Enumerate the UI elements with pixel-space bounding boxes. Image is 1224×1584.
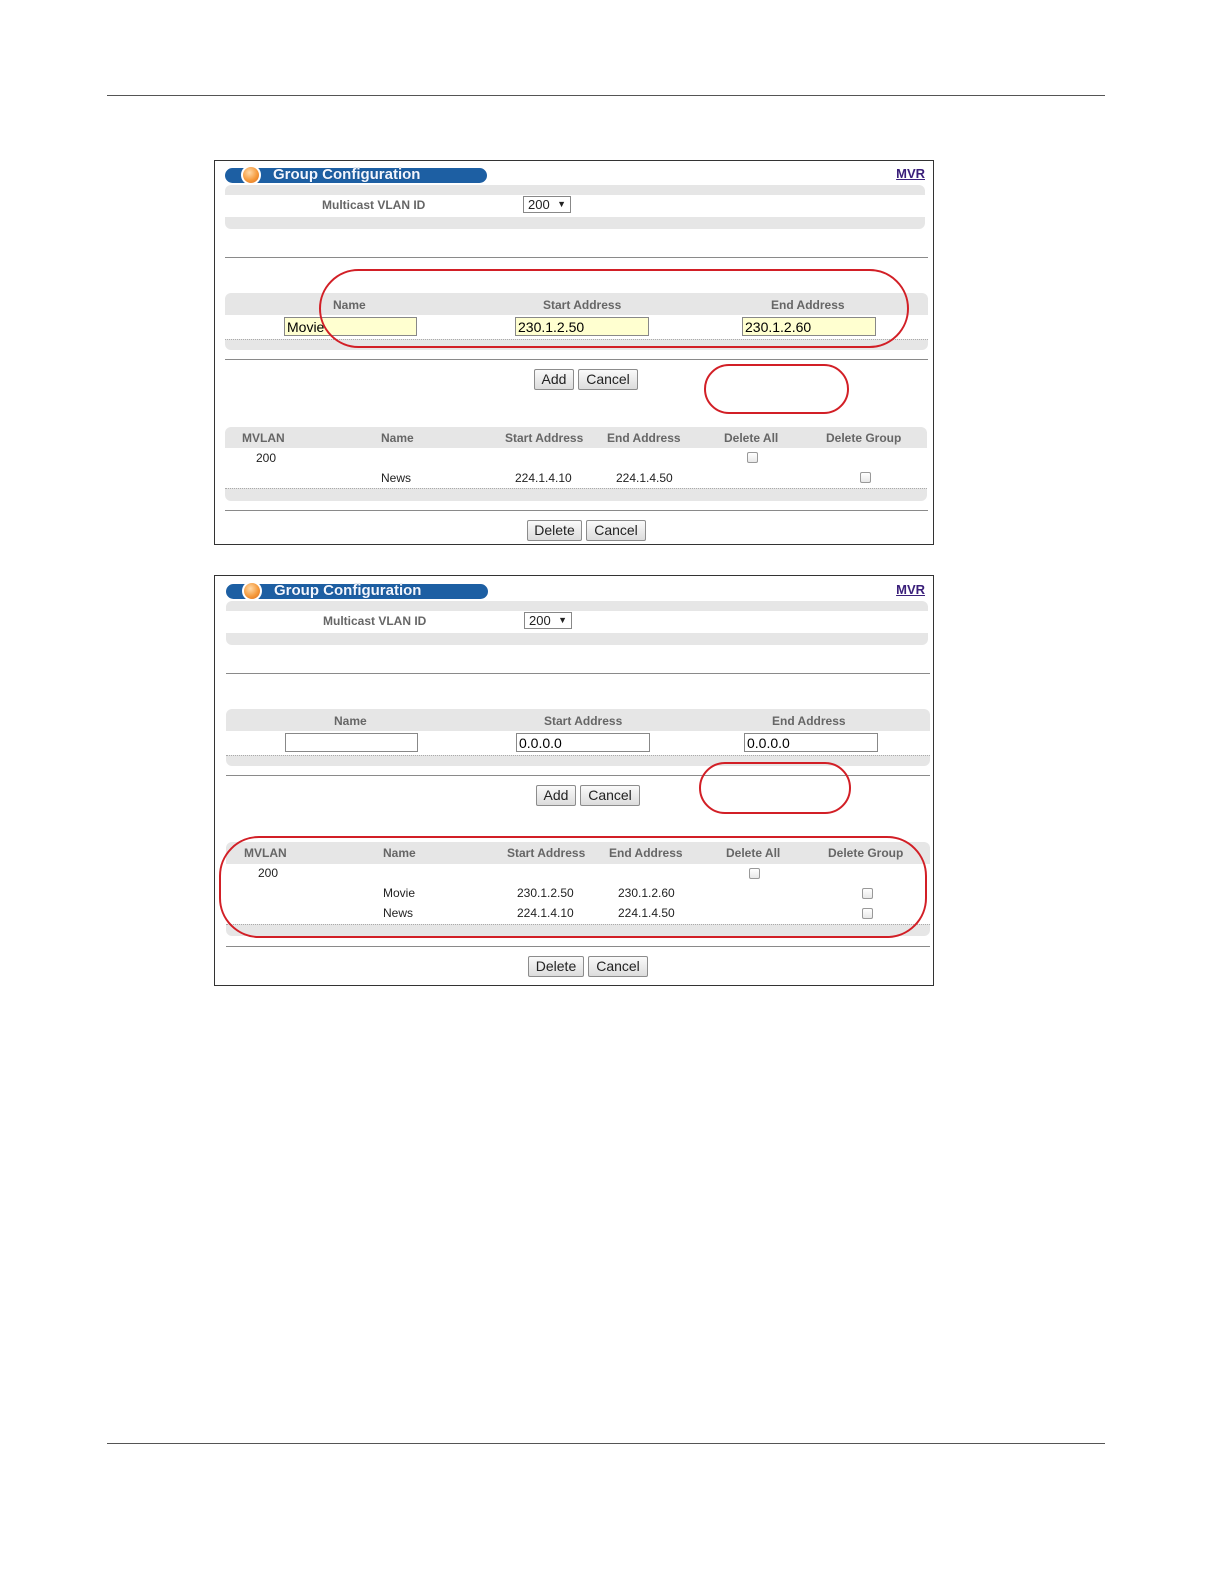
col-header-mvlan: MVLAN [242,431,285,445]
row-start-cell: 224.1.4.10 [515,471,572,485]
group-config-panel-2: Group Configuration MVR Multicast VLAN I… [214,575,934,986]
divider [226,946,930,947]
multicast-vlan-value: 200 [528,197,550,212]
highlight-oval-buttons [704,364,849,414]
col-header-end: End Address [607,431,681,445]
cancel-button[interactable]: Cancel [580,785,640,806]
highlight-oval-form [319,269,909,348]
mvr-link[interactable]: MVR [896,582,925,597]
start-address-input[interactable] [516,733,650,752]
cancel-button[interactable]: Cancel [578,369,638,390]
delete-button[interactable]: Delete [527,520,582,541]
multicast-vlan-label: Multicast VLAN ID [323,614,427,628]
mvr-link[interactable]: MVR [896,166,925,181]
divider [226,673,930,674]
delete-group-checkbox[interactable] [860,472,871,483]
delete-button[interactable]: Delete [528,956,584,977]
multicast-vlan-select[interactable]: 200 ▼ [524,612,572,629]
delete-all-checkbox[interactable] [747,452,758,463]
multicast-vlan-select[interactable]: 200 ▼ [523,196,571,213]
highlight-oval-buttons [699,762,851,814]
table-row [225,448,927,468]
title-bar: Group Configuration [225,165,487,185]
dropdown-arrow-icon: ▼ [557,199,566,209]
group-config-panel-1: Group Configuration MVR Multicast VLAN I… [214,160,934,545]
cancel-button-2[interactable]: Cancel [588,956,648,977]
name-header: Name [334,714,367,728]
end-address-input[interactable] [744,733,878,752]
col-header-start: Start Address [505,431,584,445]
name-input[interactable] [285,733,418,752]
cancel-button-2[interactable]: Cancel [586,520,646,541]
row-end-cell: 224.1.4.50 [616,471,673,485]
row-name-cell: News [381,471,412,485]
row-separator [225,488,927,489]
table-row [225,468,927,488]
start-address-header: Start Address [544,714,623,728]
page-title: Group Configuration [274,582,422,599]
divider [225,510,928,511]
col-header-delete-all: Delete All [724,431,779,445]
col-header-delete-group: Delete Group [826,431,902,445]
title-orb-icon [241,165,261,185]
title-bar: Group Configuration [226,581,488,601]
page-footer-rule [107,1443,1105,1444]
divider [225,359,928,360]
page-header-rule [107,95,1105,96]
divider [225,257,928,258]
add-button[interactable]: Add [536,785,576,806]
page-title: Group Configuration [273,166,421,183]
multicast-vlan-value: 200 [529,613,551,628]
mvlan-cell: 200 [256,451,277,465]
highlight-oval-table [219,836,927,938]
row-separator [226,755,930,756]
col-header-name: Name [381,431,414,445]
add-button[interactable]: Add [534,369,574,390]
title-orb-icon [242,581,262,601]
end-address-header: End Address [772,714,846,728]
multicast-vlan-label: Multicast VLAN ID [322,198,426,212]
dropdown-arrow-icon: ▼ [558,615,567,625]
